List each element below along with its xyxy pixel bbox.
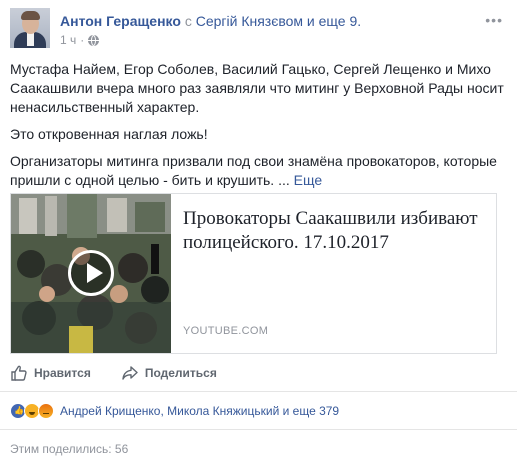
post-paragraph: Это откровенная наглая ложь! bbox=[10, 126, 208, 142]
angry-reaction-icon bbox=[38, 403, 54, 419]
post-time[interactable]: 1 ч bbox=[60, 32, 76, 48]
thumbs-up-icon bbox=[11, 365, 27, 381]
like-button[interactable]: Нравится bbox=[10, 364, 91, 382]
post-paragraph: Мустафа Найем, Егор Соболев, Василий Гац… bbox=[10, 61, 504, 115]
share-button[interactable]: Поделиться bbox=[121, 364, 217, 382]
divider bbox=[0, 391, 517, 392]
reaction-names[interactable]: Андрей Крищенко, Микола Княжицький и еще… bbox=[60, 404, 339, 418]
divider bbox=[0, 429, 517, 430]
post-paragraph-text: Организаторы митинга призвали под свои з… bbox=[10, 153, 497, 188]
author-avatar[interactable] bbox=[10, 8, 50, 48]
action-bar: Нравится Поделиться bbox=[10, 362, 507, 384]
tagged-people-link[interactable]: Сергій Князєвом и еще 9. bbox=[196, 13, 361, 29]
post-options-icon[interactable]: ••• bbox=[485, 12, 503, 28]
play-icon[interactable] bbox=[68, 250, 114, 296]
video-thumbnail[interactable] bbox=[11, 194, 171, 353]
see-more-link[interactable]: Еще bbox=[294, 172, 323, 188]
with-text: с bbox=[184, 13, 192, 29]
author-line: Антон Геращенко с Сергій Князєвом и еще … bbox=[60, 12, 361, 30]
share-arrow-icon bbox=[122, 366, 138, 380]
link-card-domain: YOUTUBE.COM bbox=[183, 325, 269, 337]
post-body: Мустафа Найем, Егор Соболев, Василий Гац… bbox=[10, 60, 505, 198]
meta-separator: · bbox=[80, 33, 85, 47]
share-label: Поделиться bbox=[144, 366, 217, 380]
globe-icon[interactable] bbox=[88, 34, 100, 46]
reactions-summary[interactable]: Андрей Крищенко, Микола Княжицький и еще… bbox=[10, 402, 339, 420]
like-label: Нравится bbox=[34, 366, 91, 380]
post-paragraph: Организаторы митинга призвали под свои з… bbox=[10, 152, 505, 190]
link-preview-card[interactable]: Провокаторы Саакашвили избивают полицейс… bbox=[10, 193, 497, 354]
link-card-title[interactable]: Провокаторы Саакашвили избивают полицейс… bbox=[183, 207, 488, 255]
author-name[interactable]: Антон Геращенко bbox=[60, 13, 181, 29]
post-header: Антон Геращенко с Сергій Князєвом и еще … bbox=[10, 8, 507, 52]
post-meta: 1 ч · bbox=[60, 32, 100, 48]
shares-count[interactable]: Этим поделились: 56 bbox=[10, 442, 128, 456]
